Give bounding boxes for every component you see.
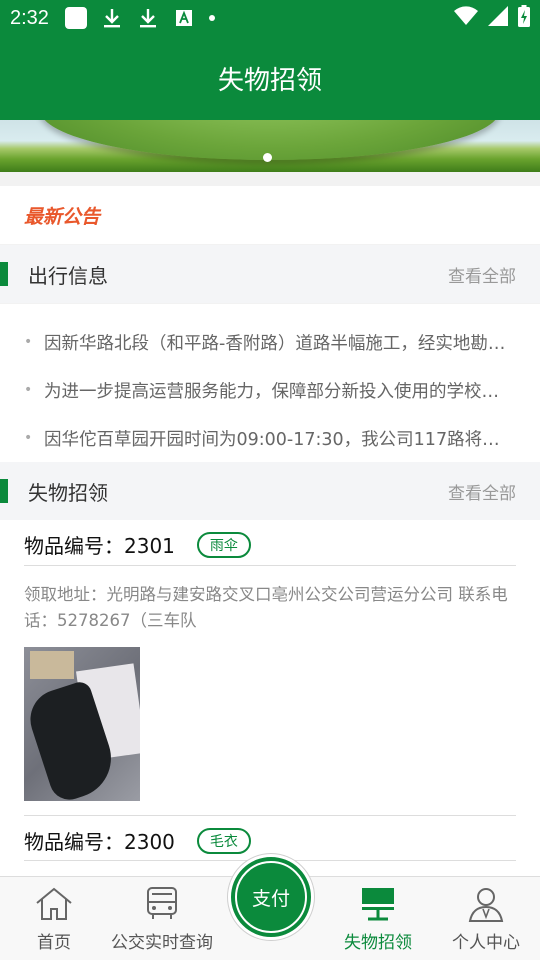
divider [24, 565, 516, 566]
list-item[interactable]: • 为进一步提高运营服务能力，保障部分新投入使用的学校周边师生出行需求 [0, 366, 540, 414]
notification-square-icon [64, 7, 87, 29]
news-text: 为进一步提高运营服务能力，保障部分新投入使用的学校周边师生出行需求 [44, 381, 514, 402]
item-header: 物品编号：2300 毛衣 [24, 826, 251, 855]
bullet-icon: • [24, 382, 33, 398]
tab-label: 首页 [37, 933, 71, 953]
lost-section-header: 失物招领 查看全部 [0, 462, 540, 520]
bullet-icon: • [24, 334, 33, 350]
item-category-badge: 毛衣 [196, 827, 251, 854]
tab-label: 失物招领 [344, 933, 412, 953]
page-title: 失物招领 [217, 65, 322, 96]
carousel-indicator-dot [263, 153, 272, 162]
notice-bar[interactable]: 最新公告 [0, 186, 540, 244]
section-accent [0, 479, 8, 503]
tab-bus-realtime[interactable]: 公交实时查询 [106, 877, 218, 960]
text-a-icon [173, 7, 195, 29]
download-icon [101, 7, 123, 29]
status-time: 2:32 [10, 6, 49, 29]
divider [24, 815, 516, 816]
news-text: 因新华路北段（和平路-香附路）道路半幅施工，经实地勘察，为确保车辆运营安全 [44, 333, 514, 354]
home-icon [34, 884, 74, 924]
section-title: 出行信息 [28, 263, 108, 288]
list-item[interactable]: • 因新华路北段（和平路-香附路）道路半幅施工，经实地勘察，为确保车辆运营安全 [0, 318, 540, 366]
view-all-lost-link[interactable]: 查看全部 [448, 479, 516, 504]
battery-icon [518, 5, 530, 31]
section-title: 失物招领 [28, 480, 108, 505]
travel-news-list: • 因新华路北段（和平路-香附路）道路半幅施工，经实地勘察，为确保车辆运营安全 … [0, 304, 540, 462]
wifi-icon [454, 6, 478, 30]
list-item[interactable]: • 因华佗百草园开园时间为09:00-17:30，我公司117路将调整运营时间 [0, 414, 540, 462]
status-bar: 2:32 [0, 0, 540, 36]
item-category-badge: 雨伞 [196, 531, 251, 558]
user-icon [466, 884, 506, 924]
pay-button[interactable]: 支付 [228, 854, 314, 940]
pay-button-ring: 支付 [235, 861, 307, 933]
tab-label: 公交实时查询 [111, 933, 213, 953]
item-number: 物品编号：2300 [24, 830, 175, 854]
section-accent [0, 262, 8, 286]
status-icons-right [454, 5, 530, 31]
lost-item-list: 物品编号：2301 雨伞 领取地址：光明路与建安路交叉口亳州公交公司营运分公司 … [0, 520, 540, 876]
banner-carousel[interactable] [0, 120, 540, 172]
lost-found-icon [358, 884, 398, 924]
tab-home[interactable]: 首页 [24, 877, 84, 960]
status-icons-left [64, 7, 215, 29]
signal-icon [488, 6, 508, 30]
item-header: 物品编号：2301 雨伞 [24, 530, 251, 559]
news-text: 因华佗百草园开园时间为09:00-17:30，我公司117路将调整运营时间 [44, 429, 514, 450]
dot-icon [208, 15, 215, 21]
pay-label: 支付 [251, 887, 290, 910]
bus-icon [142, 884, 182, 924]
tab-profile[interactable]: 个人中心 [446, 877, 526, 960]
travel-section-header: 出行信息 查看全部 [0, 245, 540, 303]
download-icon [137, 7, 159, 29]
photo-detail [30, 651, 74, 679]
view-all-travel-link[interactable]: 查看全部 [448, 262, 516, 287]
bullet-icon: • [24, 430, 33, 446]
item-address: 领取地址：光明路与建安路交叉口亳州公交公司营运分公司 联系电话：5278267（… [24, 585, 508, 630]
app-bar: 失物招领 [0, 36, 540, 120]
item-photo[interactable] [24, 647, 140, 801]
notice-logo: 最新公告 [24, 206, 101, 228]
tab-lost-found[interactable]: 失物招领 [338, 877, 418, 960]
item-number: 物品编号：2301 [24, 534, 175, 558]
tab-label: 个人中心 [452, 933, 520, 953]
